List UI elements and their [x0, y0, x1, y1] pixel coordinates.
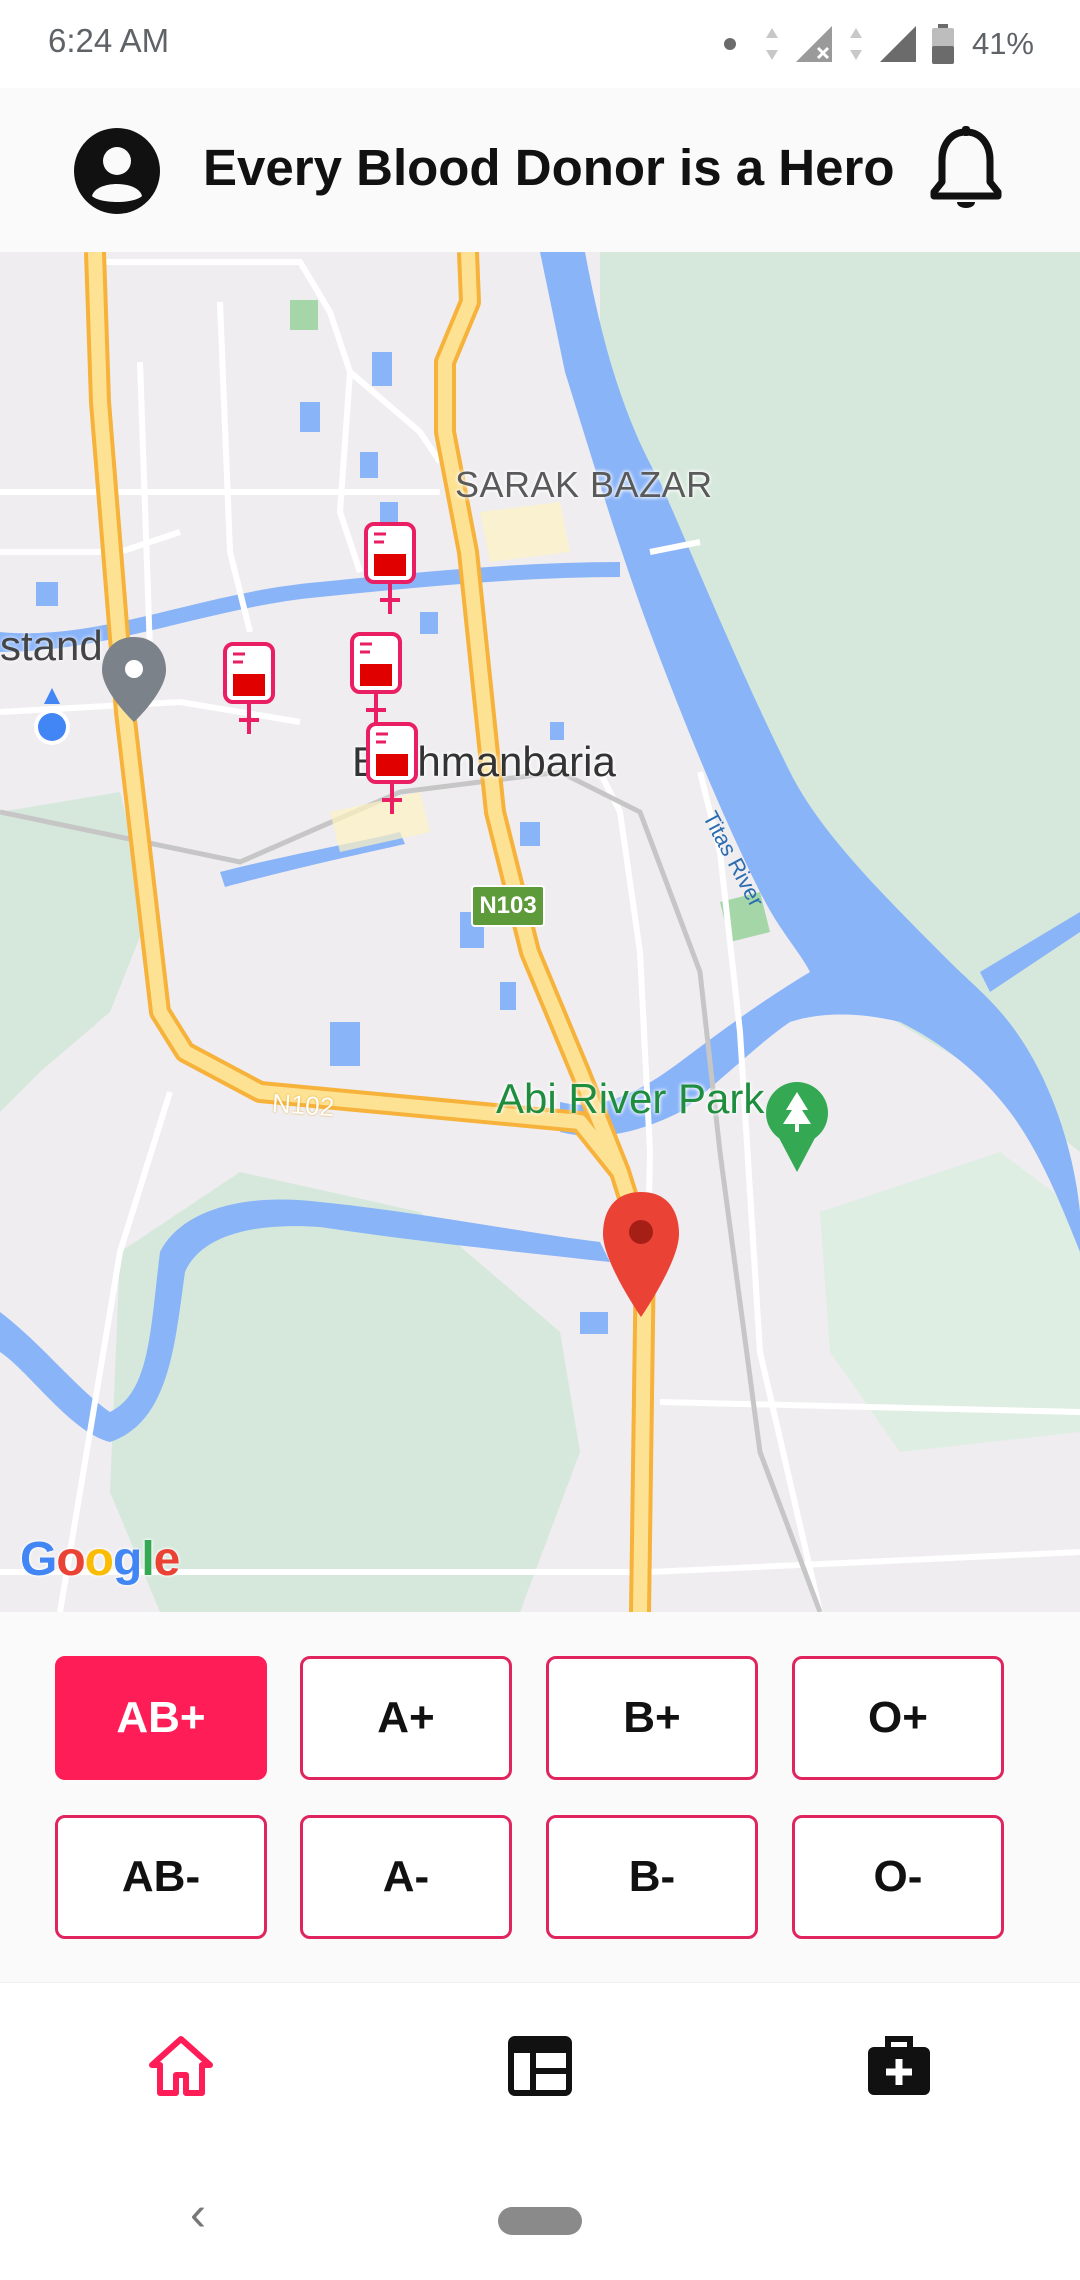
signal-icon [879, 26, 916, 62]
home-pill-button[interactable] [498, 2207, 582, 2235]
system-navigation-bar: ‹ [0, 2147, 1080, 2280]
blood-group-button-b-pos[interactable]: B+ [546, 1656, 758, 1780]
map-label-stand: stand [0, 622, 103, 669]
status-bar: 6:24 AM 41% [0, 0, 1080, 88]
bell-icon[interactable] [930, 126, 1002, 214]
selected-location-pin-icon [603, 1192, 679, 1317]
park-tree-icon [766, 1082, 828, 1172]
home-icon[interactable] [146, 2031, 216, 2101]
blood-group-button-a-neg[interactable]: A- [300, 1815, 512, 1939]
blood-group-button-o-neg[interactable]: O- [792, 1815, 1004, 1939]
blood-group-selector: AB+ A+ B+ O+ AB- A- B- O- [0, 1612, 1080, 1982]
medical-kit-icon[interactable] [864, 2031, 934, 2101]
map-label-sarak-bazar: SARAK BAZAR [455, 464, 713, 505]
status-icons: 41% [723, 18, 1034, 70]
signal-no-service-icon [795, 26, 832, 62]
google-logo: Google [20, 1533, 180, 1586]
my-location-icon [34, 688, 70, 745]
data-arrows-icon [765, 28, 778, 60]
blood-group-button-ab-neg[interactable]: AB- [55, 1815, 267, 1939]
data-arrows-icon-2 [849, 28, 862, 60]
blood-group-button-ab-pos[interactable]: AB+ [55, 1656, 267, 1780]
status-time: 6:24 AM [48, 22, 170, 59]
blood-group-button-o-pos[interactable]: O+ [792, 1656, 1004, 1780]
feed-icon[interactable] [505, 2031, 575, 2101]
blood-group-button-a-pos[interactable]: A+ [300, 1656, 512, 1780]
map-view[interactable]: SARAK BAZAR stand Brahmanbaria Abi River… [0, 252, 1080, 1612]
battery-percent: 41% [971, 26, 1034, 61]
bottom-navigation [0, 1982, 1080, 2148]
page-title: Every Blood Donor is a Hero [203, 139, 895, 196]
back-chevron-icon[interactable]: ‹ [190, 2187, 206, 2242]
road-shield: N103 [471, 885, 545, 927]
blood-group-button-b-neg[interactable]: B- [546, 1815, 758, 1939]
road-label-n102: N102 [271, 1087, 336, 1123]
location-pin-grey-icon [102, 637, 166, 722]
blood-bag-marker-icon[interactable] [360, 520, 420, 616]
app-header: Every Blood Donor is a Hero [0, 88, 1080, 252]
blood-bag-marker-icon[interactable] [362, 720, 422, 816]
map-canvas[interactable] [0, 252, 1080, 1612]
map-label-abi-river-park[interactable]: Abi River Park [496, 1075, 764, 1123]
blood-bag-marker-icon[interactable] [346, 630, 406, 726]
blood-bag-marker-icon[interactable] [219, 640, 279, 736]
account-circle-icon[interactable] [74, 128, 160, 214]
notification-dot-icon [723, 38, 736, 50]
battery-icon [931, 24, 954, 64]
